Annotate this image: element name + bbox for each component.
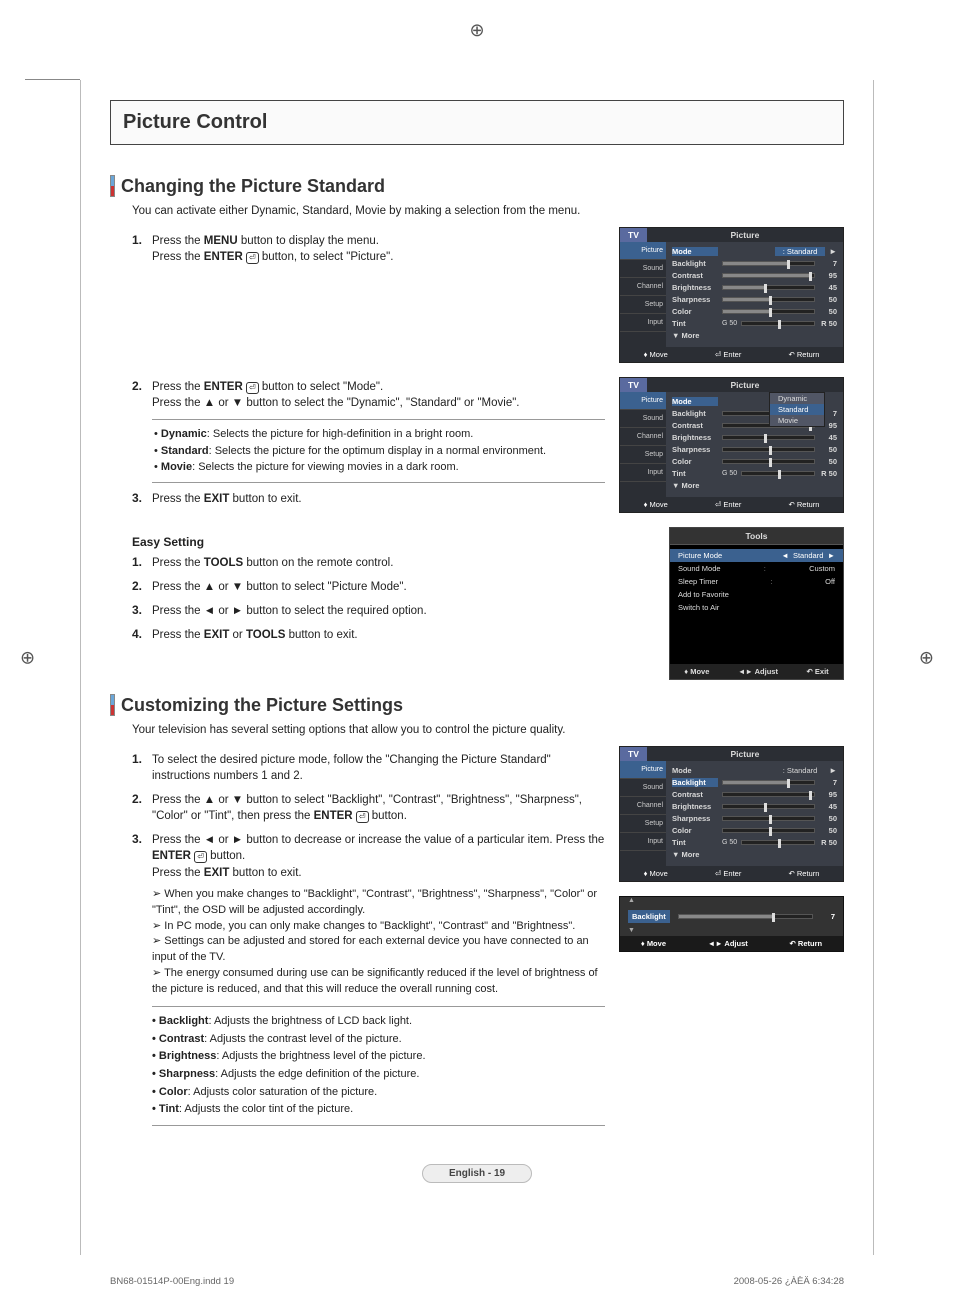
intro-text: You can activate either Dynamic, Standar… xyxy=(132,205,844,217)
osd-tv-label: TV xyxy=(620,228,647,242)
arrow-note: The energy consumed during use can be si… xyxy=(152,966,605,998)
crop-mark xyxy=(25,45,80,80)
easy-setting-title: Easy Setting xyxy=(132,535,605,549)
arrow-note: When you make changes to "Backlight", "C… xyxy=(152,887,605,919)
osd-side-channel: Channel xyxy=(620,278,666,296)
mode-notes: • Dynamic: Selects the picture for high-… xyxy=(152,419,605,483)
easy-step-3: 3.Press the ◄ or ► button to select the … xyxy=(132,603,605,619)
arrow-note: In PC mode, you can only make changes to… xyxy=(152,919,605,935)
osd-tools-menu: Tools Picture Mode◄ Standard ► Sound Mod… xyxy=(669,527,844,680)
osd-more: ▼ More xyxy=(672,329,837,344)
osd-row-backlight: Backlight7 xyxy=(672,257,837,269)
subheading-changing: Changing the Picture Standard xyxy=(110,175,844,197)
arrow-note: Settings can be adjusted and stored for … xyxy=(152,934,605,966)
osd-side-sound: Sound xyxy=(620,260,666,278)
accent-bar-icon xyxy=(110,175,115,197)
tools-row-sleep-timer: Sleep Timer:Off xyxy=(678,575,835,588)
dropdown-item-dynamic: Dynamic xyxy=(770,393,824,404)
tools-row-add-favorite: Add to Favorite xyxy=(678,588,835,601)
osd-row-sharpness: Sharpness50 xyxy=(672,293,837,305)
step-3: 3. Press the EXIT button to exit. xyxy=(132,491,605,507)
cust-step-3: 3. Press the ◄ or ► button to decrease o… xyxy=(132,832,605,998)
subheading-text: Customizing the Picture Settings xyxy=(121,695,403,716)
easy-step-1: 1.Press the TOOLS button on the remote c… xyxy=(132,555,605,571)
accent-bar-icon xyxy=(110,694,115,716)
osd-picture-menu-1: TV Picture Picture Sound Channel Setup I… xyxy=(619,227,844,363)
cust-step-2: 2.Press the ▲ or ▼ button to select "Bac… xyxy=(132,792,605,824)
enter-icon: ⏎ xyxy=(246,252,259,264)
step-body: Press the MENU button to display the men… xyxy=(152,233,605,265)
bl-label: Backlight xyxy=(628,910,670,923)
tools-row-switch-air: Switch to Air xyxy=(678,601,835,614)
print-footer: BN68-01514P-00Eng.indd 19 2008-05-26 ¿ÀÈ… xyxy=(110,1276,844,1287)
dropdown-item-movie: Movie xyxy=(770,415,824,426)
footer-filename: BN68-01514P-00Eng.indd 19 xyxy=(110,1276,234,1287)
enter-icon: ⏎ xyxy=(194,851,207,863)
osd-side-picture: Picture xyxy=(620,242,666,260)
page-rule xyxy=(80,80,81,1255)
osd-row-brightness: Brightness45 xyxy=(672,281,837,293)
tools-row-sound-mode: Sound Mode:Custom xyxy=(678,562,835,575)
subheading-customizing: Customizing the Picture Settings xyxy=(110,694,844,716)
registration-mark-icon: ⊕ xyxy=(469,20,484,41)
osd-row-color: Color50 xyxy=(672,305,837,317)
intro-text: Your television has several setting opti… xyxy=(132,724,844,736)
osd-title: Picture xyxy=(647,228,843,242)
dropdown-item-standard: Standard xyxy=(770,404,824,415)
osd-picture-menu-2: TV Picture Picture Sound Channel Setup I… xyxy=(619,377,844,513)
osd-mode-dropdown: Dynamic Standard Movie xyxy=(769,392,825,427)
osd-row-tint: TintG 50R 50 xyxy=(672,317,837,329)
registration-mark-icon: ⊕ xyxy=(919,647,934,668)
page-rule xyxy=(873,80,874,1255)
bl-value: 7 xyxy=(821,912,835,921)
osd-row-mode: Mode: Standard► xyxy=(672,245,837,257)
section-header: Picture Control xyxy=(110,100,844,145)
subheading-text: Changing the Picture Standard xyxy=(121,176,385,197)
osd-row-backlight-selected: Backlight7 xyxy=(672,776,837,788)
osd-foot-return: ↶ Return xyxy=(789,350,820,359)
cust-step-1: 1.To select the desired picture mode, fo… xyxy=(132,752,605,784)
tools-title: Tools xyxy=(670,528,843,545)
step-2: 2. Press the ENTER ⏎ button to select "M… xyxy=(132,379,605,411)
step-1: 1. Press the MENU button to display the … xyxy=(132,233,605,265)
osd-side-setup: Setup xyxy=(620,296,666,314)
osd-backlight-strip: ▲ Backlight 7 ▼ ♦ Move ◄► Adjust ↶ Retur… xyxy=(619,896,844,952)
easy-step-4: 4.Press the EXIT or TOOLS button to exit… xyxy=(132,627,605,643)
step-number: 1. xyxy=(132,233,152,265)
footer-timestamp: 2008-05-26 ¿ÀÈÄ 6:34:28 xyxy=(734,1276,844,1287)
step-number: 2. xyxy=(132,379,152,411)
easy-step-2: 2.Press the ▲ or ▼ button to select "Pic… xyxy=(132,579,605,595)
tools-row-picture-mode: Picture Mode◄ Standard ► xyxy=(670,549,843,562)
step-body: Press the EXIT button to exit. xyxy=(152,491,605,507)
osd-side-input: Input xyxy=(620,314,666,332)
osd-row-contrast: Contrast95 xyxy=(672,269,837,281)
page-number: English - 19 xyxy=(422,1164,532,1183)
enter-icon: ⏎ xyxy=(246,382,259,394)
step-number: 3. xyxy=(132,491,152,507)
osd-picture-menu-3: TV Picture Picture Sound Channel Setup I… xyxy=(619,746,844,882)
osd-foot-enter: ⏎ Enter xyxy=(715,350,741,359)
osd-sidebar: Picture Sound Channel Setup Input xyxy=(620,242,666,347)
osd-foot-move: ♦ Move xyxy=(644,350,668,359)
osd-footer: ♦ Move ⏎ Enter ↶ Return xyxy=(620,347,843,362)
registration-mark-icon: ⊕ xyxy=(20,647,35,668)
enter-icon: ⏎ xyxy=(356,811,369,823)
definitions-list: Backlight: Adjusts the brightness of LCD… xyxy=(152,1006,605,1126)
step-body: Press the ENTER ⏎ button to select "Mode… xyxy=(152,379,605,411)
